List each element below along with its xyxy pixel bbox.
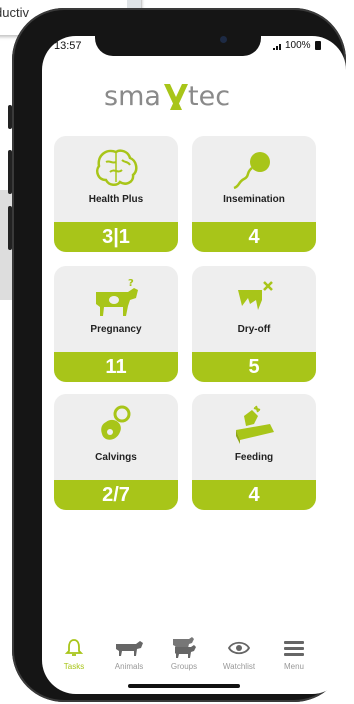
signal-icon	[273, 43, 281, 50]
tile-label: Pregnancy	[90, 324, 142, 335]
cow-question-icon: ?	[96, 278, 138, 316]
tile-label: Insemination	[223, 194, 285, 205]
tile-count: 4	[192, 222, 316, 252]
phone-notch	[95, 28, 261, 56]
front-camera	[220, 36, 227, 43]
tile-count: 3|1	[54, 222, 178, 252]
tab-label: Groups	[170, 662, 198, 671]
bell-icon	[64, 639, 84, 656]
tile-label: Feeding	[234, 452, 274, 463]
tab-tasks[interactable]: Tasks	[48, 636, 100, 676]
cow-icon	[116, 641, 143, 656]
tile-health-plus[interactable]: Health Plus 3|1	[54, 136, 178, 252]
battery-percentage: 100%	[285, 40, 311, 51]
tab-label: Watchlist	[222, 662, 256, 671]
tile-count: 11	[54, 352, 178, 382]
bottom-tab-bar: Tasks Animals Groups Watchlist Menu	[48, 636, 320, 676]
tab-groups[interactable]: Groups	[158, 636, 210, 676]
smaxtec-logo: sma tec	[104, 80, 260, 114]
status-icons: 100%	[273, 40, 321, 51]
background-window-text: ductiv	[0, 5, 29, 20]
menu-icon	[284, 641, 304, 656]
brain-icon	[96, 149, 138, 186]
tile-label: Health Plus	[88, 194, 144, 205]
volume-up-button	[8, 150, 12, 194]
tab-watchlist[interactable]: Watchlist	[213, 636, 265, 676]
battery-icon	[314, 41, 321, 50]
tile-insemination[interactable]: Insemination 4	[192, 136, 316, 252]
tile-label: Dry-off	[237, 324, 271, 335]
volume-down-button	[8, 206, 12, 250]
feed-trough-icon	[236, 405, 274, 444]
tile-count: 4	[192, 480, 316, 510]
svg-text:tec: tec	[188, 81, 230, 112]
svg-text:sma: sma	[104, 81, 161, 112]
status-time: 13:57	[54, 40, 82, 52]
svg-text:?: ?	[128, 278, 134, 289]
tab-menu[interactable]: Menu	[268, 636, 320, 676]
cows-group-icon	[173, 637, 196, 658]
mute-switch	[8, 105, 12, 129]
tile-calvings[interactable]: Calvings 2/7	[54, 394, 178, 510]
tile-dry-off[interactable]: Dry-off 5	[192, 266, 316, 382]
tile-count: 5	[192, 352, 316, 382]
tab-label: Animals	[114, 662, 144, 671]
tab-label: Tasks	[63, 662, 85, 671]
tab-animals[interactable]: Animals	[103, 636, 155, 676]
tab-label: Menu	[283, 662, 304, 671]
tile-feeding[interactable]: Feeding 4	[192, 394, 316, 510]
udder-cross-icon	[238, 281, 273, 310]
pacifier-icon	[101, 405, 131, 440]
tile-count: 2/7	[54, 480, 178, 510]
eye-icon	[228, 641, 250, 655]
sperm-icon	[233, 152, 270, 190]
home-indicator	[128, 684, 240, 688]
tile-pregnancy[interactable]: ? Pregnancy 11	[54, 266, 178, 382]
tile-label: Calvings	[95, 452, 137, 463]
